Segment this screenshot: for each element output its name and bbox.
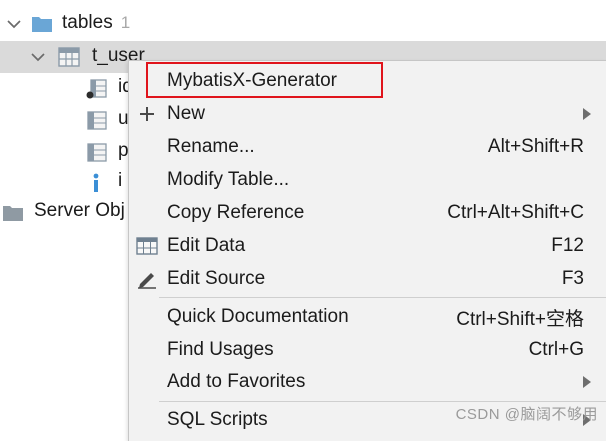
menu-item-label: Edit Data bbox=[167, 235, 246, 256]
folder-icon bbox=[2, 204, 24, 228]
context-menu: MybatisX-Generator New Rename... Alt+Shi… bbox=[128, 60, 606, 441]
plus-icon bbox=[135, 102, 159, 126]
tree-node-label: Server Obj bbox=[34, 200, 125, 221]
info-index-icon bbox=[88, 172, 104, 200]
menu-item-add-to-favorites[interactable]: Add to Favorites bbox=[129, 366, 605, 398]
menu-item-label: Rename... bbox=[167, 136, 255, 157]
menu-separator bbox=[159, 401, 606, 402]
highlight-annotation-box bbox=[146, 62, 383, 98]
menu-item-rename[interactable]: Rename... Alt+Shift+R bbox=[129, 131, 605, 163]
column-name: u bbox=[118, 108, 129, 129]
menu-item-shortcut: Ctrl+G bbox=[528, 339, 584, 360]
menu-item-edit-source[interactable]: Edit Source F3 bbox=[129, 263, 605, 295]
menu-item-find-usages[interactable]: Find Usages Ctrl+G bbox=[129, 334, 605, 366]
menu-item-modify-table[interactable]: Modify Table... bbox=[129, 164, 605, 196]
menu-item-copy-reference[interactable]: Copy Reference Ctrl+Alt+Shift+C bbox=[129, 197, 605, 229]
menu-item-quick-documentation[interactable]: Quick Documentation Ctrl+Shift+空格 bbox=[129, 301, 605, 333]
menu-item-label: Quick Documentation bbox=[167, 306, 349, 327]
menu-item-label: Add to Favorites bbox=[167, 371, 306, 392]
table-grid-icon bbox=[135, 234, 159, 258]
chevron-down-icon[interactable] bbox=[4, 0, 18, 2]
submenu-arrow-icon bbox=[583, 108, 591, 120]
menu-item-label: SQL Scripts bbox=[167, 409, 268, 430]
menu-item-label: Modify Table... bbox=[167, 169, 290, 190]
menu-item-shortcut: Alt+Shift+R bbox=[487, 136, 584, 157]
menu-item-shortcut: Ctrl+Shift+空格 bbox=[456, 308, 584, 330]
column-icon bbox=[86, 111, 108, 137]
menu-item-label: Copy Reference bbox=[167, 202, 305, 223]
chevron-down-icon[interactable] bbox=[6, 16, 22, 32]
chevron-down-icon[interactable] bbox=[30, 49, 46, 65]
node-count: 1 bbox=[120, 13, 131, 32]
menu-separator bbox=[159, 297, 606, 298]
index-name: i bbox=[118, 170, 123, 191]
menu-item-edit-data[interactable]: Edit Data F12 bbox=[129, 230, 605, 262]
submenu-arrow-icon bbox=[583, 376, 591, 388]
menu-item-label: Find Usages bbox=[167, 339, 274, 360]
menu-item-shortcut: Ctrl+Alt+Shift+C bbox=[447, 202, 584, 223]
folder-icon bbox=[31, 15, 53, 39]
menu-item-shortcut: F3 bbox=[561, 268, 584, 289]
watermark: CSDN @脑阔不够用 bbox=[455, 406, 598, 423]
menu-item-new[interactable]: New bbox=[129, 98, 605, 130]
table-icon bbox=[58, 47, 80, 73]
folder-icon bbox=[36, 0, 56, 2]
tree-node-label: tables bbox=[62, 12, 113, 33]
column-icon bbox=[86, 143, 108, 169]
menu-item-shortcut: F12 bbox=[551, 235, 584, 256]
primary-key-column-icon bbox=[86, 79, 108, 105]
menu-item-label: Edit Source bbox=[167, 268, 266, 289]
pencil-icon bbox=[135, 267, 159, 291]
column-name: p bbox=[118, 140, 129, 161]
menu-item-label: New bbox=[167, 103, 206, 124]
